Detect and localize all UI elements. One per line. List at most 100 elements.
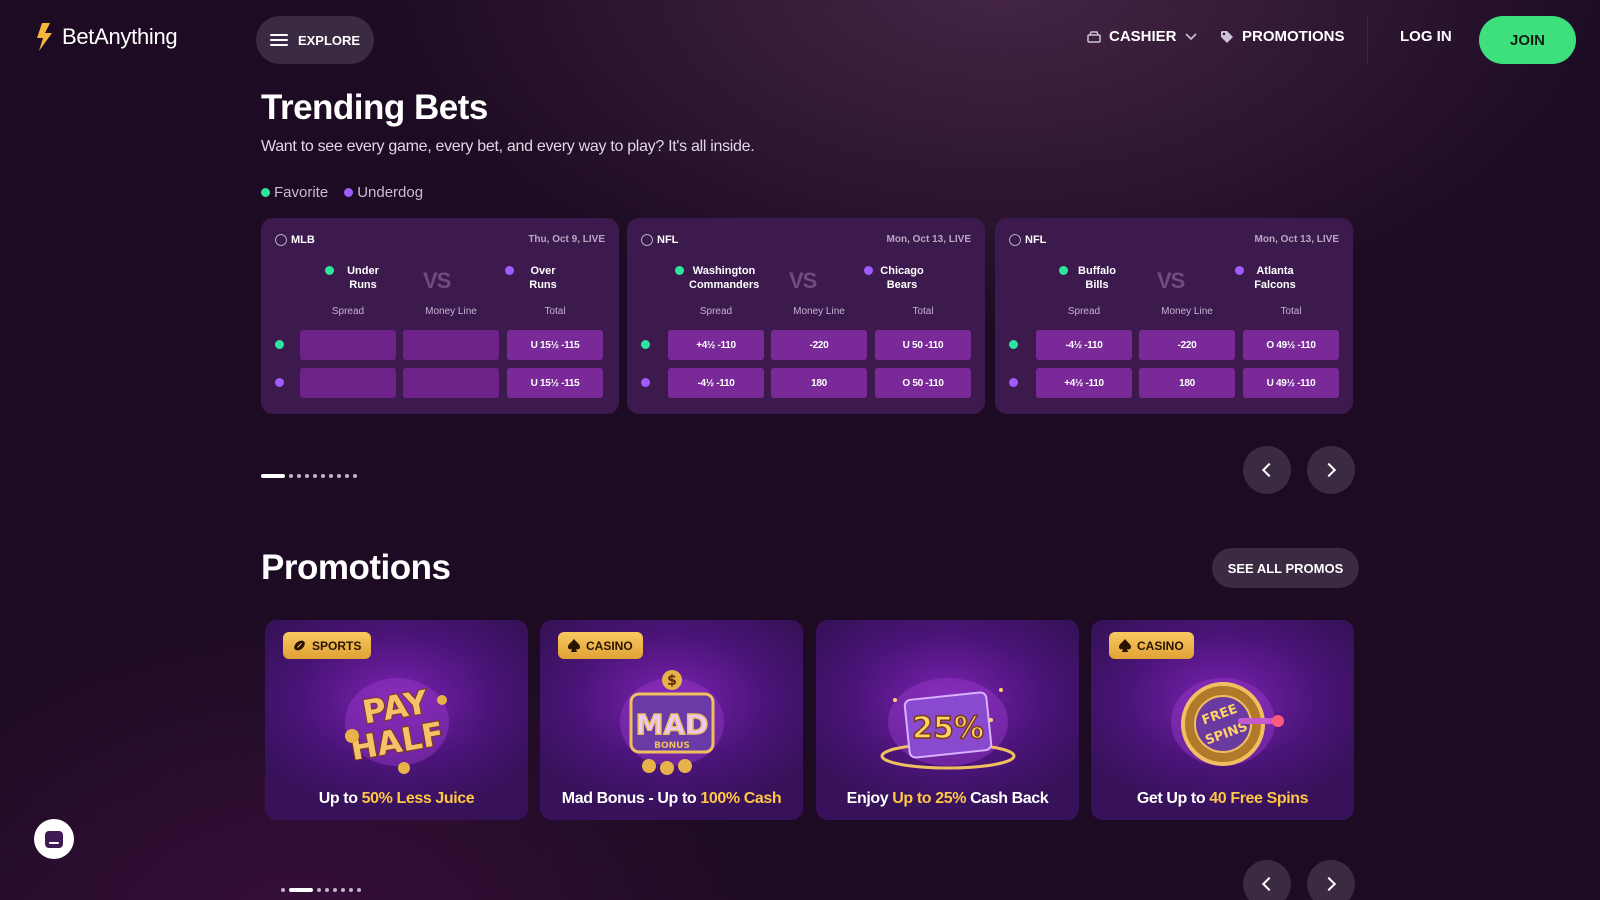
promo-card[interactable]: CASINO $ MAD BONUS Mad Bonus - Up to 100… (540, 620, 803, 820)
legend-underdog: Underdog (344, 184, 423, 201)
promotions-carousel-pager[interactable] (281, 888, 361, 892)
col-total: Total (1280, 306, 1302, 317)
underdog-dot-icon (1009, 378, 1018, 387)
pager-dot[interactable] (341, 888, 345, 892)
cash-back-25-art-text: 25% (912, 711, 984, 746)
trending-prev-button[interactable] (1243, 446, 1291, 494)
promo-badge-label: SPORTS (312, 638, 362, 653)
pager-dot[interactable] (313, 474, 317, 478)
free-spins-art: FREE SPINS (1170, 678, 1284, 766)
pager-dot[interactable] (333, 888, 337, 892)
underdog-dot-icon (864, 266, 873, 275)
league-name: NFL (657, 234, 679, 246)
promo-description: Up to 50% Less Juice (318, 790, 475, 807)
pager-dot[interactable] (349, 888, 353, 892)
cashier-icon (1087, 30, 1101, 43)
pager-dot[interactable] (305, 474, 309, 478)
odds-moneyline[interactable]: -220 (1139, 330, 1235, 360)
odds-total[interactable]: U 50 -110 (875, 330, 971, 360)
pager-dot[interactable] (357, 888, 361, 892)
league-label: NFL (1009, 234, 1046, 246)
favorite-dot-icon (325, 266, 334, 275)
explore-label: EXPLORE (297, 32, 361, 48)
join-button[interactable]: JOIN (1479, 16, 1576, 64)
pager-dot[interactable] (297, 474, 301, 478)
trending-next-button[interactable] (1307, 446, 1355, 494)
odds-total[interactable]: U 15½ -115 (507, 330, 603, 360)
promo-badge: CASINO (558, 632, 643, 659)
odds-moneyline[interactable]: -220 (771, 330, 867, 360)
promo-badge-label: CASINO (586, 638, 633, 653)
odds-spread[interactable]: -4½ -110 (1036, 330, 1132, 360)
football-icon (1009, 234, 1021, 246)
odds-spread[interactable] (300, 368, 396, 398)
brand-logo[interactable]: BetAnything (34, 22, 178, 52)
pay-half-art: PAY HALF (344, 678, 449, 774)
odds-moneyline[interactable] (403, 368, 499, 398)
pager-dot[interactable] (353, 474, 357, 478)
underdog-dot-icon (275, 378, 284, 387)
pager-dot[interactable] (281, 888, 285, 892)
team-underdog-name: Over Runs (529, 265, 557, 291)
pager-dot[interactable] (337, 474, 341, 478)
trending-title: Trending Bets (261, 88, 488, 127)
cashier-menu[interactable]: CASHIER (1087, 28, 1197, 45)
league-label: MLB (275, 234, 315, 246)
odds-moneyline[interactable]: 180 (1139, 368, 1235, 398)
favorite-dot-icon (641, 340, 650, 349)
team-favorite: Under Runs (325, 264, 387, 292)
promo-badge-label: CASINO (1137, 638, 1184, 653)
promo-card[interactable]: 25% Enjoy Up to 25% Cash Back (816, 620, 1079, 820)
tag-icon (1221, 30, 1233, 43)
pager-dot[interactable] (261, 474, 285, 478)
odds-moneyline[interactable] (403, 330, 499, 360)
favorite-dot-icon (1059, 266, 1068, 275)
promotions-next-button[interactable] (1307, 860, 1355, 900)
team-favorite: Buffalo Bills (1059, 264, 1121, 292)
odds-moneyline[interactable]: 180 (771, 368, 867, 398)
odds-spread[interactable] (300, 330, 396, 360)
league-label: NFL (641, 234, 678, 246)
promo-description: Get Up to 40 Free Spins (1136, 790, 1309, 807)
team-favorite-name: Under Runs (347, 265, 379, 291)
pager-dot[interactable] (289, 888, 313, 892)
baseball-icon (275, 234, 287, 246)
promo-card[interactable]: CASINO FREE SPINS Get Up to 40 Free Spin… (1091, 620, 1354, 820)
team-favorite-name: Washington Commanders (689, 265, 760, 291)
pager-dot[interactable] (289, 474, 293, 478)
odds-spread[interactable]: -4½ -110 (668, 368, 764, 398)
explore-button[interactable]: EXPLORE (256, 16, 374, 64)
login-button[interactable]: LOG IN (1400, 28, 1452, 45)
legend-favorite-label: Favorite (274, 184, 329, 201)
team-underdog: Over Runs (505, 264, 567, 292)
odds-total[interactable]: U 49½ -110 (1243, 368, 1339, 398)
chat-button[interactable] (34, 819, 74, 859)
odds-legend: Favorite Underdog (261, 184, 423, 201)
pager-dot[interactable] (345, 474, 349, 478)
chevron-right-icon (1321, 462, 1337, 478)
pager-dot[interactable] (329, 474, 333, 478)
pager-dot[interactable] (321, 474, 325, 478)
trending-carousel-pager[interactable] (261, 474, 357, 478)
see-all-promos-button[interactable]: SEE ALL PROMOS (1212, 548, 1359, 588)
odds-total[interactable]: O 49½ -110 (1243, 330, 1339, 360)
pager-dot[interactable] (317, 888, 321, 892)
bet-card[interactable]: NFL Mon, Oct 13, LIVE Buffalo Bills VS A… (995, 218, 1353, 414)
odds-spread[interactable]: +4½ -110 (668, 330, 764, 360)
col-spread: Spread (331, 306, 365, 317)
team-underdog-name: Atlanta Falcons (1254, 265, 1296, 291)
bet-card[interactable]: NFL Mon, Oct 13, LIVE Washington Command… (627, 218, 985, 414)
team-favorite: Washington Commanders (675, 264, 759, 292)
promo-card[interactable]: SPORTS PAY HALF Up to 50% Less Juice (265, 620, 528, 820)
promotions-nav-link[interactable]: PROMOTIONS (1220, 28, 1345, 45)
odds-spread[interactable]: +4½ -110 (1036, 368, 1132, 398)
bet-card[interactable]: MLB Thu, Oct 9, LIVE Under Runs VS Over … (261, 218, 619, 414)
odds-total[interactable]: O 50 -110 (875, 368, 971, 398)
mad-bonus-art-text-1: MAD (635, 708, 708, 741)
chevron-left-icon (1261, 462, 1277, 478)
pager-dot[interactable] (325, 888, 329, 892)
col-moneyline: Money Line (793, 306, 845, 317)
promotions-prev-button[interactable] (1243, 860, 1291, 900)
odds-row-favorite: U 15½ -115 (261, 330, 619, 360)
odds-total[interactable]: U 15½ -115 (507, 368, 603, 398)
